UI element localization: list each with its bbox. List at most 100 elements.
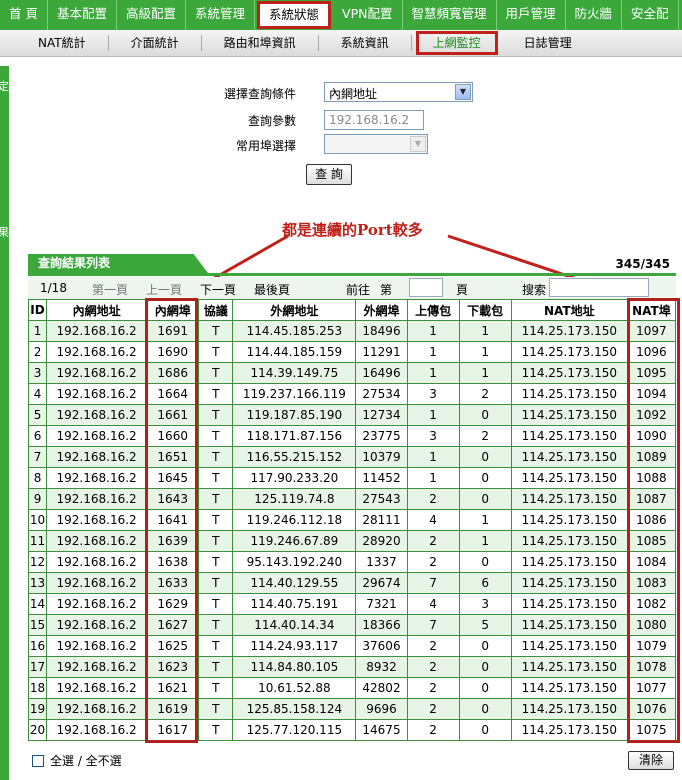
table-cell: 114.25.173.150 — [510, 551, 628, 573]
table-cell: 119.246.67.89 — [232, 530, 357, 552]
select-all-label[interactable]: 全選 / 全不選 — [50, 752, 122, 769]
table-cell: T — [198, 614, 234, 636]
table-body: 1 192.168.16.2 1691 T 114.45.185.253 18496 1 1 1… — [27, 320, 677, 741]
table-row: 2 192.168.16.2 1690 T 114.44.185.159 11291 1 1 1… — [27, 341, 677, 363]
table-cell: 192.168.16.2 — [46, 446, 148, 468]
table-cell: 114.25.173.150 — [510, 425, 628, 447]
table-cell: 192.168.16.2 — [46, 467, 148, 489]
column-header: NAT埠 — [626, 299, 677, 321]
table-cell: 1096 — [626, 341, 677, 363]
table-row: 15 192.168.16.2 1627 T 114.40.14.34 18366 7 5 11… — [27, 614, 677, 636]
table-cell: 114.25.173.150 — [510, 341, 628, 363]
table-cell: 12734 — [355, 404, 408, 426]
search-input[interactable] — [549, 278, 649, 297]
table-cell: 27534 — [355, 383, 408, 405]
first-page-link[interactable]: 第一頁 — [92, 281, 128, 298]
table-cell: T — [198, 404, 234, 426]
table-cell: 114.25.173.150 — [510, 572, 628, 594]
table-cell: 114.40.129.55 — [232, 572, 357, 594]
table-cell: 192.168.16.2 — [46, 320, 148, 342]
table-cell: 114.25.173.150 — [510, 719, 628, 741]
table-cell: 17 — [27, 656, 48, 678]
table-row: 14 192.168.16.2 1629 T 114.40.75.191 7321 4 3 11… — [27, 593, 677, 615]
table-cell: T — [198, 656, 234, 678]
page-number-input[interactable] — [409, 278, 443, 297]
table-cell: 192.168.16.2 — [46, 383, 148, 405]
table-cell: 119.237.166.119 — [232, 383, 357, 405]
table-cell: T — [198, 530, 234, 552]
table-cell: 1095 — [626, 362, 677, 384]
table-cell: 0 — [458, 488, 512, 510]
table-cell: 5 — [27, 404, 48, 426]
table-cell: 1080 — [626, 614, 677, 636]
table-cell: T — [198, 572, 234, 594]
table-cell: 192.168.16.2 — [46, 488, 148, 510]
table-cell: 1082 — [626, 593, 677, 615]
table-row: 12 192.168.16.2 1638 T 95.143.192.240 1337 2 0 1… — [27, 551, 677, 573]
table-cell: 116.55.215.152 — [232, 446, 357, 468]
table-cell: 2 — [27, 341, 48, 363]
table-row: 4 192.168.16.2 1664 T 119.237.166.119 27534 3 2… — [27, 383, 677, 405]
table-cell: 1619 — [146, 698, 200, 720]
table-cell: 0 — [458, 551, 512, 573]
table-cell: 2 — [406, 677, 460, 699]
goto-label: 前往 — [346, 283, 371, 297]
table-cell: 114.25.173.150 — [510, 698, 628, 720]
table-cell: 1079 — [626, 635, 677, 657]
table-cell: T — [198, 698, 234, 720]
table-cell: 4 — [406, 593, 460, 615]
table-cell: 16 — [27, 635, 48, 657]
table-cell: 23775 — [355, 425, 408, 447]
results-title-bar: 查詢結果列表 345/345 — [28, 254, 676, 276]
prev-page-link[interactable]: 上一頁 — [146, 281, 182, 298]
table-cell: 125.85.158.124 — [232, 698, 357, 720]
table-cell: 114.25.173.150 — [510, 488, 628, 510]
table-cell: T — [198, 362, 234, 384]
table-cell: 1 — [406, 320, 460, 342]
table-cell: 192.168.16.2 — [46, 698, 148, 720]
table-cell: T — [198, 425, 234, 447]
table-cell: 114.40.14.34 — [232, 614, 357, 636]
table-cell: T — [198, 551, 234, 573]
table-cell: T — [198, 446, 234, 468]
table-cell: 1664 — [146, 383, 200, 405]
table-cell: 1629 — [146, 593, 200, 615]
table-cell: 95.143.192.240 — [232, 551, 357, 573]
table-cell: 2 — [406, 698, 460, 720]
table-cell: 1686 — [146, 362, 200, 384]
table-cell: 0 — [458, 698, 512, 720]
table-cell: 2 — [406, 656, 460, 678]
table-cell: 192.168.16.2 — [46, 656, 148, 678]
clear-button[interactable]: 清除 — [628, 751, 674, 770]
table-cell: 20 — [27, 719, 48, 741]
table-row: 16 192.168.16.2 1625 T 114.24.93.117 37606 2 0 1… — [27, 635, 677, 657]
table-cell: 14 — [27, 593, 48, 615]
next-page-link[interactable]: 下一頁 — [200, 281, 236, 298]
table-cell: 114.25.173.150 — [510, 320, 628, 342]
table-cell: 5 — [458, 614, 512, 636]
table-cell: 3 — [27, 362, 48, 384]
table-cell: 192.168.16.2 — [46, 614, 148, 636]
table-cell: 114.25.173.150 — [510, 593, 628, 615]
table-cell: 29674 — [355, 572, 408, 594]
select-all-checkbox[interactable] — [32, 754, 44, 767]
table-cell: 114.25.173.150 — [510, 677, 628, 699]
table-cell: 0 — [458, 635, 512, 657]
table-cell: T — [198, 341, 234, 363]
table-cell: T — [198, 488, 234, 510]
column-header: ID — [27, 299, 48, 321]
table-cell: 1621 — [146, 677, 200, 699]
table-row: 18 192.168.16.2 1621 T 10.61.52.88 42802 2 0 114… — [27, 677, 677, 699]
table-cell: 1690 — [146, 341, 200, 363]
table-cell: 2 — [406, 635, 460, 657]
table-cell: 1660 — [146, 425, 200, 447]
table-header: ID 內網地址 內網埠 協議 外網地址 外網埠 上傳包 下載包 NAT地址 NAT埠 — [27, 299, 677, 321]
pager: 1/18 第一頁 上一頁 下一頁 最後頁 前往 第 頁 搜索 — [28, 277, 676, 299]
table-cell: 1097 — [626, 320, 677, 342]
column-header: 外網地址 — [232, 299, 357, 321]
column-header: 外網埠 — [355, 299, 408, 321]
last-page-link[interactable]: 最後頁 — [254, 281, 290, 298]
table-cell: 6 — [27, 425, 48, 447]
annotation-text: 都是連續的Port較多 — [282, 221, 423, 239]
table-cell: 192.168.16.2 — [46, 593, 148, 615]
